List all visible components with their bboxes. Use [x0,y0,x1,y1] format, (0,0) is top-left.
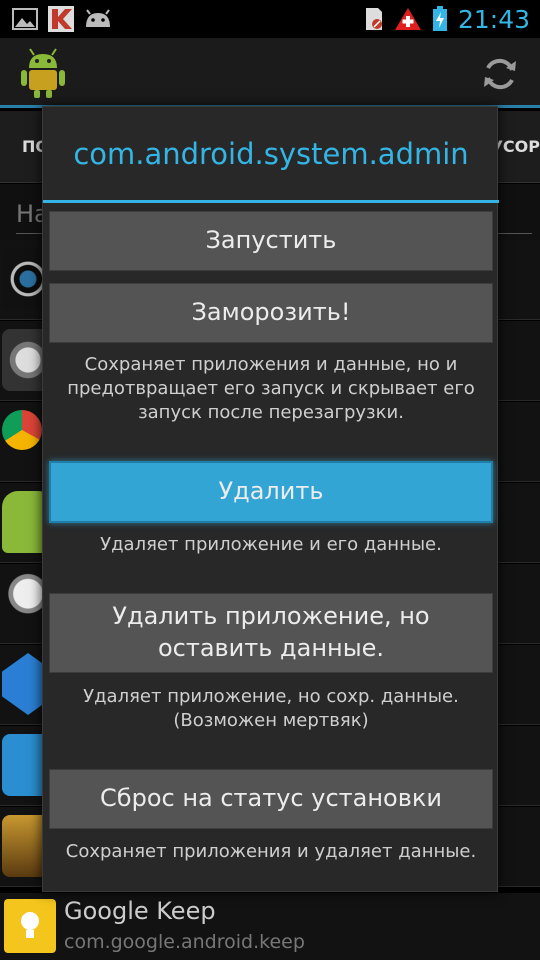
uninstall-keep-data-description: Удаляет приложение, но сохр. данные. (Во… [83,686,459,731]
android-robot-logo-icon[interactable] [20,48,66,102]
app-package: com.google.android.keep [64,931,305,953]
freeze-description: Сохраняет приложения и данные, но и пред… [67,354,475,423]
list-item-google-keep[interactable]: Google Keep com.google.android.keep [0,893,540,960]
reset-button[interactable]: Сброс на статус установки [49,769,493,829]
refresh-icon[interactable] [482,56,518,96]
sd-card-icon [364,7,384,31]
app-actions-dialog: com.android.system.admin Запустить Замор… [42,106,499,892]
android-debug-icon [84,9,112,29]
status-bar: 21:43 [0,0,540,38]
reset-description: Сохраняет приложения и удаляет данные. [65,841,477,862]
run-button[interactable]: Запустить [49,211,493,271]
freeze-button[interactable]: Заморозить! [49,283,493,343]
uninstall-keep-data-button[interactable]: Удалить приложение, но оставить данные. [49,593,493,673]
warning-icon [394,7,422,31]
uninstall-button[interactable]: Удалить [49,461,493,523]
kaspersky-icon [48,6,74,32]
dialog-title: com.android.system.admin [43,107,499,203]
app-name: Google Keep [64,897,216,925]
uninstall-description: Удаляет приложение и его данные. [100,534,442,555]
chrome-icon [2,410,42,450]
clock: 21:43 [457,4,530,34]
google-keep-icon [4,899,56,953]
gallery-icon [12,8,38,30]
battery-charging-icon [432,6,448,32]
action-bar [0,38,540,108]
